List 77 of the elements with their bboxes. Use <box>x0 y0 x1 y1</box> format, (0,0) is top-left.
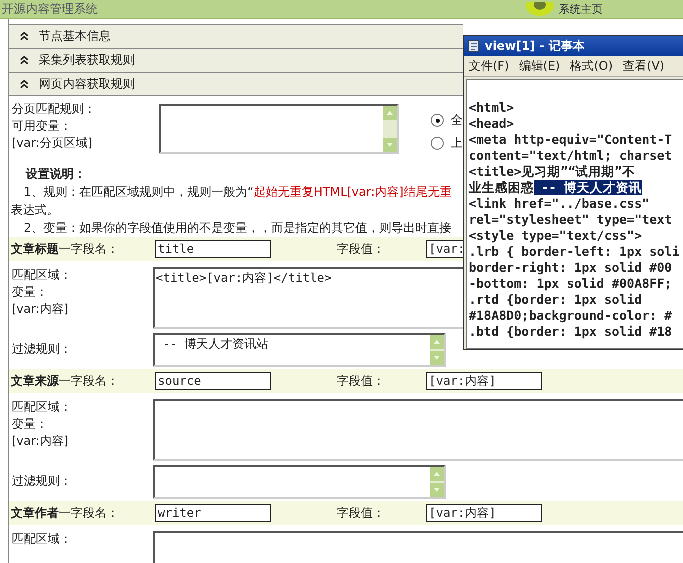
field-label: 过滤规则： <box>12 341 73 358</box>
code-line: <title>见习期”“试用期”不 <box>469 164 636 180</box>
code-line: #18A8D0;background-color: # <box>469 308 674 324</box>
field-title: 文章来源一字段名： <box>11 372 120 390</box>
code-line: rel="stylesheet" type="text <box>469 212 674 228</box>
scrollbar[interactable] <box>383 106 397 152</box>
section-title: 采集列表获取规则 <box>39 52 135 69</box>
code-line: <link href="../base.css" <box>469 196 651 212</box>
field-title: 文章作者一字段名： <box>11 504 120 522</box>
scroll-up-icon[interactable] <box>430 335 444 349</box>
collapse-icon <box>20 80 29 88</box>
field-name-input[interactable]: writer <box>155 504 271 522</box>
code-line: <style type="text/css"> <box>469 228 644 244</box>
pagination-rule-field[interactable] <box>159 104 399 154</box>
code-line: -bottom: 1px solid #00A8FF; <box>469 276 674 292</box>
field-label: 字段值： <box>337 240 386 258</box>
field-name-input[interactable]: source <box>155 372 271 390</box>
scrollbar[interactable] <box>430 467 444 497</box>
radio-button[interactable] <box>431 114 444 127</box>
field-title: 文章标题一字段名： <box>11 240 120 258</box>
field-label: 匹配区域： <box>12 531 73 548</box>
text-area[interactable] <box>466 79 683 349</box>
note-text: 表达式。 <box>10 202 59 219</box>
scroll-up-icon[interactable] <box>383 106 397 120</box>
section-header[interactable]: 节点基本信息 <box>9 24 463 48</box>
radio-label: 全 <box>451 112 463 129</box>
home-icon[interactable] <box>525 2 555 16</box>
field-label: 变量： <box>12 416 49 433</box>
section-title: 节点基本信息 <box>39 28 111 45</box>
section-title: 网页内容获取规则 <box>39 76 135 92</box>
home-link[interactable]: 系统主页 <box>559 2 603 16</box>
section-header[interactable]: 采集列表获取规则 <box>9 48 463 72</box>
collapse-icon <box>20 56 29 65</box>
window-title: view[1] - 记事本 <box>485 38 585 54</box>
notepad-icon <box>468 40 480 52</box>
notes-title: 设置说明： <box>24 166 86 183</box>
field-label: 字段值： <box>337 372 386 390</box>
radio-button[interactable] <box>431 137 444 150</box>
app-title: 开源内容管理系统 <box>2 0 98 18</box>
note-text: 1、规则：在匹配区域规则中，规则一般为“起始无重复HTML[var:内容]结尾无重 <box>23 184 452 201</box>
field-label: 字段值： <box>337 504 386 522</box>
field-label: [var:分页区域] <box>12 135 94 152</box>
collapse-icon <box>20 32 29 41</box>
field-label: [var:内容] <box>12 433 70 450</box>
field-value-input[interactable]: [var:内容] <box>426 372 542 390</box>
scroll-up-icon[interactable] <box>430 467 444 481</box>
scroll-down-icon[interactable] <box>383 138 397 152</box>
menu-item[interactable]: 编辑(E) <box>519 58 560 74</box>
field-label: 变量： <box>12 284 49 301</box>
scrollbar[interactable] <box>430 335 444 365</box>
field-label: 匹配区域： <box>12 399 73 416</box>
filter-rule-field[interactable] <box>153 465 446 499</box>
field-value-input[interactable]: [var: <box>426 240 465 258</box>
field-label: 匹配区域： <box>12 267 73 284</box>
field-label: [var:内容] <box>12 301 70 318</box>
menu-item[interactable]: 格式(O) <box>570 58 614 74</box>
menu-item[interactable]: 查看(V) <box>623 58 665 74</box>
field-value-input[interactable]: [var:内容] <box>426 504 542 522</box>
code-line: 业生感困惑 -- 博天人才资讯 <box>469 180 644 196</box>
field-label: 可用变量： <box>12 118 73 135</box>
field-label: 分页匹配规则： <box>12 101 97 118</box>
code-line: <head> <box>469 116 516 132</box>
filter-rule-field[interactable]: -- 博天人才资讯站 <box>153 333 446 367</box>
field-name-input[interactable]: title <box>155 240 271 258</box>
section-header[interactable]: 网页内容获取规则 <box>9 72 463 96</box>
match-area-field[interactable] <box>153 399 683 461</box>
field-label: 过滤规则： <box>12 473 73 490</box>
code-line: <html> <box>469 100 516 116</box>
menu-item[interactable]: 文件(F) <box>469 58 510 74</box>
code-line: content="text/html; charset <box>469 148 674 164</box>
code-line: <meta http-equiv="Content-T <box>469 132 674 148</box>
note-text: 2、变量：如果你的字段值使用的不是变量，，而是指定的其它值，则导出时直接 <box>23 220 452 237</box>
scroll-down-icon[interactable] <box>430 351 444 365</box>
scroll-down-icon[interactable] <box>430 483 444 497</box>
code-line: .rtd {border: 1px solid <box>469 292 644 308</box>
radio-label: 上 <box>451 135 463 152</box>
code-line: .lrb { border-left: 1px soli <box>469 244 681 260</box>
